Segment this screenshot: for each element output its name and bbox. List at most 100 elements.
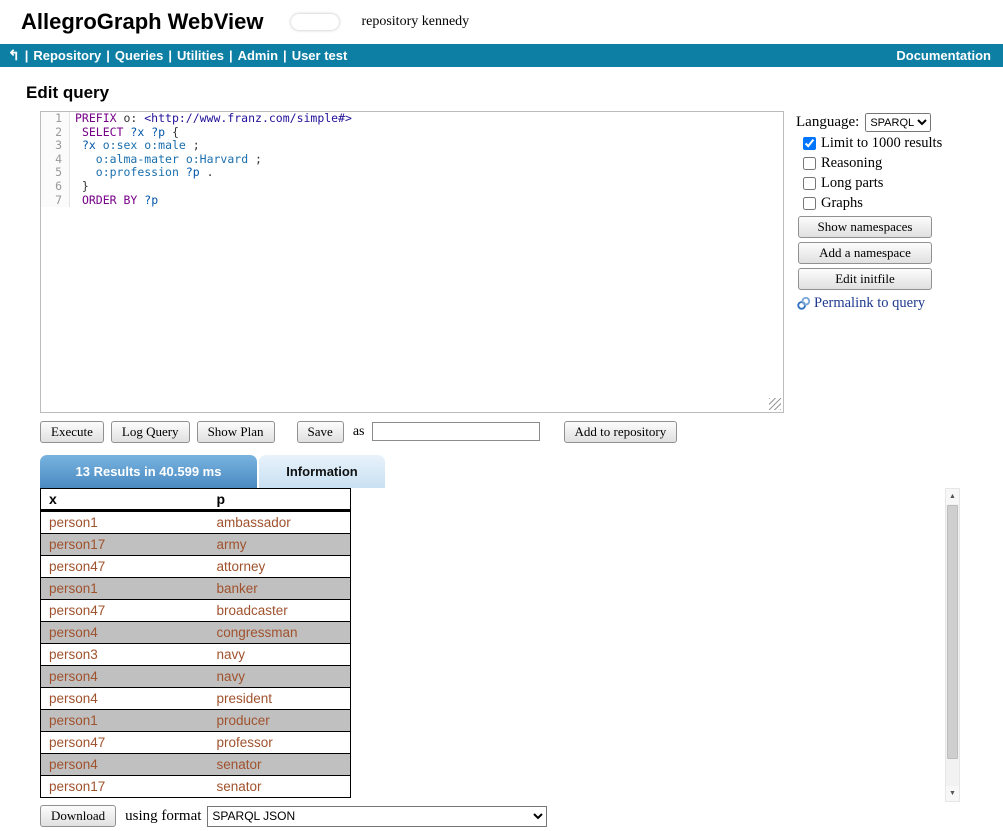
table-row[interactable]: person47broadcaster	[41, 600, 351, 622]
nav-item-admin[interactable]: Admin	[238, 48, 278, 63]
table-cell: person3	[41, 644, 209, 666]
line-number: 1	[41, 112, 70, 126]
table-cell: person47	[41, 556, 209, 578]
scrollbar-thumb[interactable]	[947, 505, 958, 759]
checkbox-graphs[interactable]	[803, 197, 816, 210]
show-plan-button[interactable]: Show Plan	[197, 421, 275, 443]
table-cell: person17	[41, 534, 209, 556]
tab-information[interactable]: Information	[259, 455, 385, 488]
table-cell: senator	[209, 754, 351, 776]
table-cell: person4	[41, 666, 209, 688]
using-format-label: using format	[125, 808, 201, 825]
permalink-link[interactable]: Permalink to query	[796, 295, 978, 312]
nav-separator: |	[168, 48, 172, 63]
add-to-repository-button[interactable]: Add to repository	[564, 421, 678, 443]
show-namespaces-button[interactable]: Show namespaces	[798, 216, 932, 238]
table-row[interactable]: person1banker	[41, 578, 351, 600]
option-long-parts[interactable]: Long parts	[803, 175, 978, 192]
table-cell: senator	[209, 776, 351, 798]
nav-separator: |	[283, 48, 287, 63]
table-cell: professor	[209, 732, 351, 754]
table-cell: person17	[41, 776, 209, 798]
scroll-down-arrow-icon[interactable]: ▼	[946, 786, 959, 801]
table-cell: army	[209, 534, 351, 556]
table-cell: president	[209, 688, 351, 710]
permalink-label: Permalink to query	[814, 295, 925, 312]
nav-separator: |	[229, 48, 233, 63]
tab-results[interactable]: 13 Results in 40.599 ms	[40, 455, 257, 488]
table-cell: ambassador	[209, 511, 351, 534]
table-row[interactable]: person4president	[41, 688, 351, 710]
table-row[interactable]: person17army	[41, 534, 351, 556]
table-row[interactable]: person47attorney	[41, 556, 351, 578]
option-limit-to-1000-results[interactable]: Limit to 1000 results	[803, 135, 978, 152]
table-row[interactable]: person4navy	[41, 666, 351, 688]
table-cell: attorney	[209, 556, 351, 578]
nav-item-documentation[interactable]: Documentation	[896, 48, 991, 63]
option-reasoning[interactable]: Reasoning	[803, 155, 978, 172]
nav-item-repository[interactable]: Repository	[33, 48, 101, 63]
option-checkboxes: Limit to 1000 results Reasoning Long parts…	[796, 135, 978, 212]
code-text: ORDER BY ?p	[70, 194, 158, 208]
table-cell: producer	[209, 710, 351, 732]
edit-initfile-button[interactable]: Edit initfile	[798, 268, 932, 290]
table-cell: congressman	[209, 622, 351, 644]
main-nav: ↰ |Repository|Queries|Utilities|Admin|Us…	[0, 44, 1003, 67]
table-cell: navy	[209, 644, 351, 666]
table-cell: person1	[41, 511, 209, 534]
editor-line: 3 ?x o:sex o:male ;	[41, 139, 783, 153]
table-cell: banker	[209, 578, 351, 600]
save-button[interactable]: Save	[297, 421, 344, 443]
editor-row: 1PREFIX o: <http://www.franz.com/simple#…	[40, 111, 1003, 413]
scroll-up-arrow-icon[interactable]: ▲	[946, 489, 959, 504]
download-button[interactable]: Download	[40, 805, 116, 827]
table-row[interactable]: person1ambassador	[41, 511, 351, 534]
language-label: Language:	[796, 114, 859, 131]
format-select[interactable]: SPARQL JSON	[207, 806, 547, 827]
line-number: 5	[41, 166, 70, 180]
nav-separator: |	[106, 48, 110, 63]
line-number: 3	[41, 139, 70, 153]
query-options-panel: Language: SPARQL Limit to 1000 results Re…	[796, 111, 978, 413]
table-row[interactable]: person4congressman	[41, 622, 351, 644]
table-cell: person47	[41, 732, 209, 754]
results-body: person1ambassadorperson17armyperson47att…	[41, 511, 351, 798]
option-buttons: Show namespaces Add a namespace Edit initf…	[796, 216, 978, 290]
checkbox-limit-to-1000-results[interactable]	[803, 137, 816, 150]
checkbox-long-parts[interactable]	[803, 177, 816, 190]
link-icon	[796, 296, 811, 311]
option-graphs[interactable]: Graphs	[803, 195, 978, 212]
table-cell: person1	[41, 578, 209, 600]
editor-lines: 1PREFIX o: <http://www.franz.com/simple#…	[41, 112, 783, 207]
nav-item-user-test[interactable]: User test	[292, 48, 348, 63]
table-cell: person4	[41, 688, 209, 710]
table-row[interactable]: person1producer	[41, 710, 351, 732]
execute-button[interactable]: Execute	[40, 421, 104, 443]
table-row[interactable]: person3navy	[41, 644, 351, 666]
table-cell: person47	[41, 600, 209, 622]
code-text: PREFIX o: <http://www.franz.com/simple#>	[70, 112, 352, 126]
log-query-button[interactable]: Log Query	[111, 421, 190, 443]
line-number: 6	[41, 180, 70, 194]
checkbox-reasoning[interactable]	[803, 157, 816, 170]
editor-resize-grip[interactable]	[769, 398, 781, 410]
table-row[interactable]: person47professor	[41, 732, 351, 754]
language-select[interactable]: SPARQL	[865, 113, 931, 132]
nav-item-utilities[interactable]: Utilities	[177, 48, 224, 63]
query-editor[interactable]: 1PREFIX o: <http://www.franz.com/simple#…	[40, 111, 784, 413]
download-bar: Download using format SPARQL JSON	[40, 805, 1003, 827]
table-row[interactable]: person17senator	[41, 776, 351, 798]
nav-item-queries[interactable]: Queries	[115, 48, 163, 63]
editor-line: 7 ORDER BY ?p	[41, 194, 783, 208]
back-arrow-icon[interactable]: ↰	[8, 47, 20, 64]
code-text: o:profession ?p .	[70, 166, 214, 180]
page-title: Edit query	[26, 83, 1003, 103]
results-scrollbar[interactable]: ▲ ▼	[945, 488, 960, 802]
results-table: xp person1ambassadorperson17armyperson47…	[40, 488, 351, 798]
add-a-namespace-button[interactable]: Add a namespace	[798, 242, 932, 264]
table-row[interactable]: person4senator	[41, 754, 351, 776]
editor-line: 2 SELECT ?x ?p {	[41, 126, 783, 140]
header-blank-box	[291, 14, 339, 30]
line-number: 4	[41, 153, 70, 167]
save-name-input[interactable]	[372, 422, 540, 441]
